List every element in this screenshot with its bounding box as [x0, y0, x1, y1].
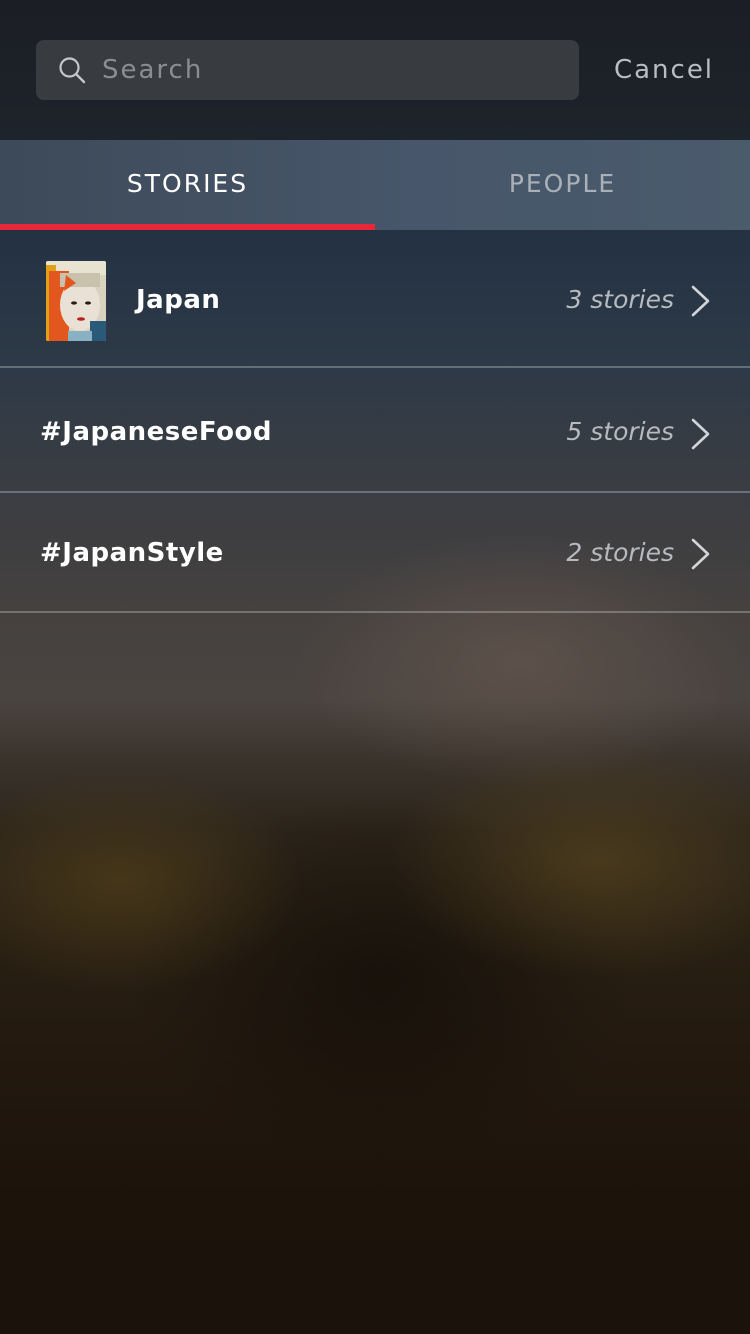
- chevron-right-icon: [691, 538, 710, 570]
- search-icon: [59, 57, 86, 84]
- list-item[interactable]: #JapanStyle 2 stories: [0, 493, 750, 613]
- story-count: 2 stories: [566, 538, 674, 567]
- row-divider: [0, 611, 750, 613]
- search-input[interactable]: [102, 40, 562, 100]
- tab-bar: STORIES PEOPLE: [0, 140, 750, 230]
- chevron-right-icon: [691, 418, 710, 450]
- tab-stories[interactable]: STORIES: [0, 140, 375, 230]
- story-count: 5 stories: [566, 417, 674, 446]
- list-item[interactable]: #JapaneseFood 5 stories: [0, 368, 750, 493]
- result-label: #JapanStyle: [40, 538, 224, 568]
- search-header: Cancel: [0, 0, 750, 140]
- tab-people[interactable]: PEOPLE: [375, 140, 750, 230]
- chevron-right-icon: [691, 285, 710, 317]
- list-item[interactable]: Japan 3 stories: [0, 230, 750, 368]
- search-box[interactable]: [36, 40, 579, 100]
- result-label: #JapaneseFood: [40, 417, 272, 447]
- result-label: Japan: [136, 285, 221, 315]
- story-count: 3 stories: [566, 285, 674, 314]
- photo-thumbnail: [46, 261, 106, 341]
- cancel-button[interactable]: Cancel: [600, 40, 728, 100]
